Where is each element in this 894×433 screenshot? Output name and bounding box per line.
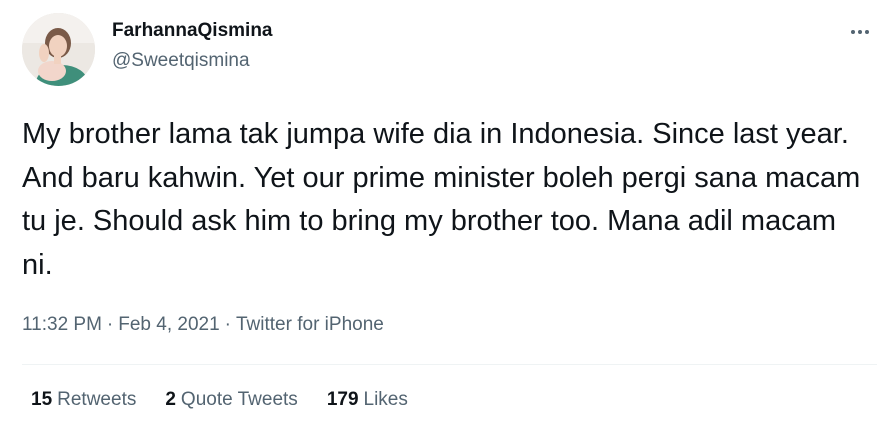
ellipsis-icon (851, 30, 869, 34)
tweet-card: FarhannaQismina @Sweetqismina My brother… (0, 0, 894, 433)
more-options-button[interactable] (845, 20, 877, 44)
profile-photo-icon (22, 13, 95, 86)
quote-tweets-stat[interactable]: 2 Quote Tweets (165, 389, 297, 411)
quote-tweets-count: 2 (165, 389, 176, 410)
retweets-label: Retweets (57, 389, 137, 410)
display-name[interactable]: FarhannaQismina (112, 20, 273, 42)
tweet-source-link[interactable]: Twitter for iPhone (236, 314, 384, 335)
divider (22, 364, 877, 365)
user-handle[interactable]: @Sweetqismina (112, 50, 250, 72)
retweets-count: 15 (31, 389, 53, 410)
tweet-time-link[interactable]: 11:32 PM · Feb 4, 2021 (22, 314, 220, 335)
likes-stat[interactable]: 179 Likes (327, 389, 408, 411)
tweet-meta: 11:32 PM · Feb 4, 2021 · Twitter for iPhone (22, 314, 384, 336)
engagement-stats: 15 Retweets 2 Quote Tweets 179 Likes (31, 389, 437, 411)
meta-separator: · (106, 314, 114, 335)
quote-tweets-label: Quote Tweets (180, 389, 298, 410)
likes-count: 179 (326, 389, 359, 410)
retweets-stat[interactable]: 15 Retweets (31, 389, 136, 411)
likes-label: Likes (363, 389, 408, 410)
tweet-time: 11:32 PM (22, 314, 102, 335)
avatar[interactable] (22, 13, 95, 86)
tweet-date: Feb 4, 2021 (118, 314, 220, 335)
meta-separator: · (224, 314, 231, 335)
tweet-text: My brother lama tak jumpa wife dia in In… (22, 118, 861, 281)
